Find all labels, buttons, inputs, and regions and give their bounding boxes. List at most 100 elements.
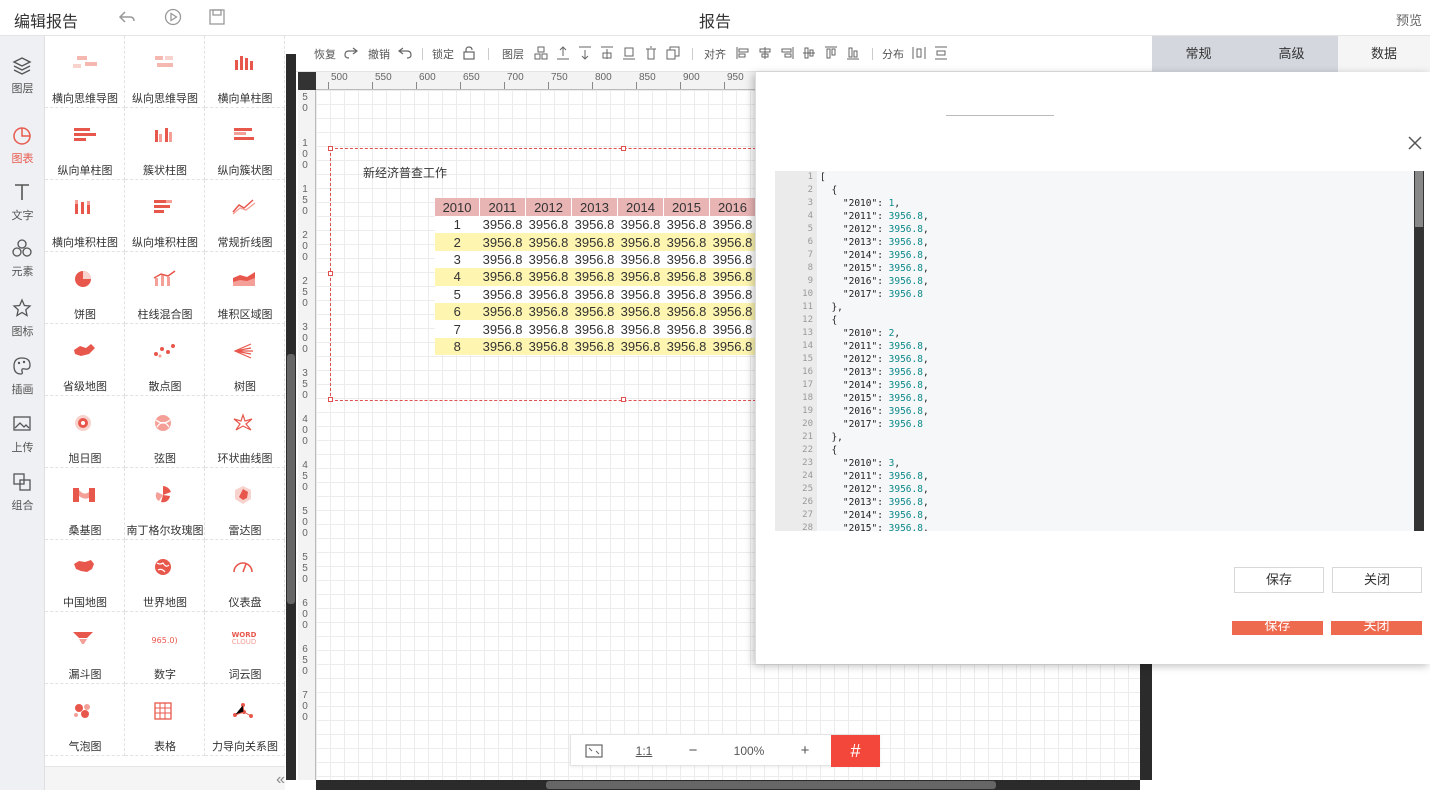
align-right-icon[interactable] xyxy=(780,46,794,60)
distribute-horizontal-icon[interactable] xyxy=(912,46,926,60)
palette-item[interactable]: 纵向堆积柱图 xyxy=(125,180,205,252)
nav-icons[interactable]: 图标 xyxy=(0,288,45,340)
palette-item[interactable]: 散点图 xyxy=(125,324,205,396)
align-middle-icon[interactable] xyxy=(802,46,816,60)
palette-item[interactable]: 省级地图 xyxy=(45,324,125,396)
canvas-scrollbar-vertical[interactable] xyxy=(1140,664,1152,780)
actual-size-button[interactable]: 1:1 xyxy=(623,735,665,767)
nav-elements[interactable]: 元素 xyxy=(0,230,45,282)
palette-item[interactable]: 饼图 xyxy=(45,252,125,324)
collapse-icon[interactable]: « xyxy=(276,771,285,789)
palette-item[interactable]: 气泡图 xyxy=(45,684,125,756)
palette-item[interactable]: 南丁格尔玫瑰图 xyxy=(125,468,205,540)
code-punct: , xyxy=(922,510,929,521)
table-cell: 3956.8 xyxy=(663,250,710,269)
align-center-icon[interactable] xyxy=(758,46,772,60)
tab-data[interactable]: 数据 xyxy=(1338,36,1430,72)
copy-icon[interactable] xyxy=(666,46,680,60)
nav-layers[interactable]: 图层 xyxy=(0,42,45,100)
delete-icon[interactable] xyxy=(644,46,658,60)
palette-item[interactable]: WORD CLOUD 词云图 xyxy=(205,612,285,684)
palette-item[interactable]: 树图 xyxy=(205,324,285,396)
zoom-in-button[interactable]: + xyxy=(783,735,827,767)
palette-item[interactable]: 纵向思维导图 xyxy=(125,36,205,108)
redo-button[interactable]: 恢复 xyxy=(314,46,336,62)
palette-item[interactable]: 横向堆积柱图 xyxy=(45,180,125,252)
tab-advanced[interactable]: 高级 xyxy=(1245,36,1338,72)
distribute-vertical-icon[interactable] xyxy=(934,46,948,60)
close-icon[interactable] xyxy=(1406,134,1424,152)
scroll-thumb[interactable] xyxy=(546,781,996,789)
preview-button[interactable]: 预览 xyxy=(1396,10,1422,29)
lock-button[interactable]: 锁定 xyxy=(432,46,454,62)
palette-item[interactable]: (965.0) 数字 xyxy=(125,612,205,684)
palette-item[interactable]: 表格 xyxy=(125,684,205,756)
chart-type-icon: (965.0) xyxy=(151,636,178,645)
palette-item[interactable]: 堆积区域图 xyxy=(205,252,285,324)
align-bottom-icon[interactable] xyxy=(578,46,592,60)
fit-screen-button[interactable] xyxy=(571,735,617,767)
code-punct: , xyxy=(922,471,929,482)
save-button-secondary[interactable]: 保存 xyxy=(1232,621,1323,635)
editor-scrollbar[interactable] xyxy=(1414,171,1424,531)
palette-item[interactable]: 雷达图 xyxy=(205,468,285,540)
palette-item[interactable]: 横向单柱图 xyxy=(205,36,285,108)
resize-handle[interactable] xyxy=(621,397,626,402)
send-back-icon[interactable] xyxy=(622,46,636,60)
palette-item[interactable]: 环状曲线图 xyxy=(205,396,285,468)
palette-item[interactable]: 仪表盘 xyxy=(205,540,285,612)
chart-type-icon xyxy=(155,559,171,575)
lock-icon[interactable] xyxy=(462,46,476,60)
palette-item[interactable]: 簇状柱图 xyxy=(125,108,205,180)
undo-icon[interactable] xyxy=(118,8,136,26)
align-top-icon[interactable] xyxy=(556,46,570,60)
align-button[interactable]: 对齐 xyxy=(704,46,726,62)
palette-item[interactable]: 世界地图 xyxy=(125,540,205,612)
palette-item[interactable]: 纵向单柱图 xyxy=(45,108,125,180)
palette-item[interactable]: 弦图 xyxy=(125,396,205,468)
close-button-secondary[interactable]: 关闭 xyxy=(1331,621,1422,635)
table-cell: 3956.8 xyxy=(571,302,618,321)
align-left-icon[interactable] xyxy=(736,46,750,60)
palette-item-label: 桑基图 xyxy=(68,525,102,537)
resize-handle[interactable] xyxy=(328,397,333,402)
undo-button[interactable]: 撤销 xyxy=(368,46,390,62)
zoom-out-button[interactable]: − xyxy=(671,735,715,767)
json-editor[interactable]: 1 2 3 4 5 6 7 8 9 10 11 12 13 14 15 16 17 18 19 20 21 22 23 24 2… xyxy=(775,171,1424,531)
redo-icon[interactable] xyxy=(344,46,358,60)
play-icon[interactable] xyxy=(164,8,182,26)
align-top-edge-icon[interactable] xyxy=(824,46,838,60)
palette-item[interactable]: 纵向簇状图 xyxy=(205,108,285,180)
canvas-scrollbar[interactable] xyxy=(316,780,1140,790)
resize-handle[interactable] xyxy=(621,146,626,151)
palette-item[interactable]: 中国地图 xyxy=(45,540,125,612)
scroll-thumb[interactable] xyxy=(1415,171,1423,227)
palette-item[interactable]: 漏斗图 xyxy=(45,612,125,684)
scroll-thumb[interactable] xyxy=(287,354,295,604)
palette-item[interactable]: 常规折线图 xyxy=(205,180,285,252)
tab-general[interactable]: 常规 xyxy=(1152,36,1245,72)
align-bottom-edge-icon[interactable] xyxy=(846,46,860,60)
nav-text[interactable]: 文字 xyxy=(0,172,45,224)
resize-handle[interactable] xyxy=(328,271,333,276)
nav-charts[interactable]: 图表 xyxy=(0,122,45,172)
layer-up-icon[interactable] xyxy=(534,46,548,60)
save-button[interactable]: 保存 xyxy=(1234,567,1324,593)
bring-front-icon[interactable] xyxy=(600,46,614,60)
distribute-button[interactable]: 分布 xyxy=(882,46,904,62)
palette-scrollbar[interactable] xyxy=(286,54,296,780)
palette-item[interactable]: 柱线混合图 xyxy=(125,252,205,324)
close-button[interactable]: 关闭 xyxy=(1332,567,1422,593)
nav-illustrations[interactable]: 插画 xyxy=(0,346,45,398)
layer-button[interactable]: 图层 xyxy=(502,46,524,62)
palette-item[interactable]: 旭日图 xyxy=(45,396,125,468)
palette-item[interactable]: 力导向关系图 xyxy=(205,684,285,756)
nav-group[interactable]: 组合 xyxy=(0,462,45,514)
palette-item[interactable]: 桑基图 xyxy=(45,468,125,540)
save-icon[interactable] xyxy=(208,8,226,26)
resize-handle[interactable] xyxy=(328,146,333,151)
undo-icon[interactable] xyxy=(398,46,412,60)
palette-item[interactable]: 横向思维导图 xyxy=(45,36,125,108)
nav-upload[interactable]: 上传 xyxy=(0,404,45,456)
grid-toggle-button[interactable]: # xyxy=(831,735,880,767)
